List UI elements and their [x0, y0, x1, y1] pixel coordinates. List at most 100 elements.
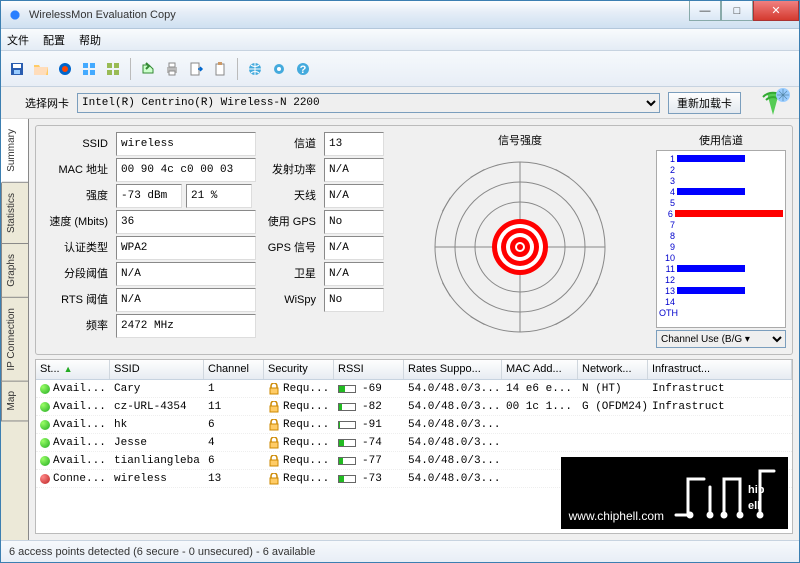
- wispy-value: No: [324, 288, 384, 312]
- rssi-bar-icon: [338, 403, 356, 411]
- channel-bar-row: 1: [659, 153, 783, 164]
- table-row[interactable]: Avail...Jesse4Requ...-7454.0/48.0/3...: [36, 434, 792, 452]
- nic-row: 选择网卡 Intel(R) Centrino(R) Wireless-N 220…: [1, 87, 799, 119]
- auth-label: 认证类型: [42, 236, 112, 260]
- channel-number: 11: [659, 264, 677, 274]
- status-dot-connected-icon: [40, 474, 50, 484]
- clipboard-icon[interactable]: [210, 59, 230, 79]
- gauge-title: 信号强度: [498, 132, 542, 148]
- channel-number: 7: [659, 220, 677, 230]
- col-ssid[interactable]: SSID: [110, 360, 204, 379]
- open-icon[interactable]: [31, 59, 51, 79]
- maximize-button[interactable]: □: [721, 1, 753, 21]
- channel-bar: [677, 287, 745, 294]
- menubar: 文件 配置 帮助: [1, 29, 799, 51]
- tx-label: 发射功率: [260, 158, 320, 182]
- channel-number: 4: [659, 187, 677, 197]
- col-rssi[interactable]: RSSI: [334, 360, 404, 379]
- import-icon[interactable]: [138, 59, 158, 79]
- channel-bar: [675, 210, 783, 217]
- col-rates[interactable]: Rates Suppo...: [404, 360, 502, 379]
- frag-value: N/A: [116, 262, 256, 286]
- col-status[interactable]: St...▲: [36, 360, 110, 379]
- ssid-value: wireless: [116, 132, 256, 156]
- watermark-url: www.chiphell.com: [569, 509, 664, 523]
- settings-icon[interactable]: [269, 59, 289, 79]
- export-icon[interactable]: [186, 59, 206, 79]
- status-dot-available-icon: [40, 456, 50, 466]
- reload-button[interactable]: 重新加载卡: [668, 92, 741, 114]
- grid1-icon[interactable]: [79, 59, 99, 79]
- channel-number: 1: [659, 154, 677, 164]
- menu-config[interactable]: 配置: [43, 32, 65, 48]
- summary-group: SSID wireless 信道 13 MAC 地址 00 90 4c c0 0…: [35, 125, 793, 355]
- col-infra[interactable]: Infrastruct...: [648, 360, 792, 379]
- close-button[interactable]: ✕: [753, 1, 799, 21]
- svg-text:hip: hip: [748, 484, 765, 496]
- channel-label: 信道: [260, 132, 320, 156]
- globe-icon[interactable]: [245, 59, 265, 79]
- rssi-bar-icon: [338, 475, 356, 483]
- tab-statistics[interactable]: Statistics: [1, 183, 28, 244]
- svg-text:?: ?: [300, 64, 307, 76]
- channels-title: 使用信道: [656, 132, 786, 148]
- channel-bar-row: 5: [659, 197, 783, 208]
- app-icon: [7, 7, 23, 23]
- col-channel[interactable]: Channel: [204, 360, 264, 379]
- channel-number: 12: [659, 275, 677, 285]
- channel-mode-select[interactable]: Channel Use (B/G ▾: [656, 330, 786, 348]
- rssi-bar-icon: [338, 421, 356, 429]
- main-pane: SSID wireless 信道 13 MAC 地址 00 90 4c c0 0…: [29, 119, 799, 540]
- ssid-label: SSID: [42, 132, 112, 156]
- save-icon[interactable]: [7, 59, 27, 79]
- channel-number: 5: [659, 198, 677, 208]
- tx-value: N/A: [324, 158, 384, 182]
- grid2-icon[interactable]: [103, 59, 123, 79]
- channel-number: OTH: [659, 308, 677, 318]
- content: Map IP Connection Graphs Statistics Summ…: [1, 119, 799, 540]
- channel-bar-row: 7: [659, 219, 783, 230]
- channel-bar-row: 2: [659, 164, 783, 175]
- sat-label: 卫星: [260, 262, 320, 286]
- status-dot-available-icon: [40, 420, 50, 430]
- rssi-bar-icon: [338, 457, 356, 465]
- channel-bar-row: 12: [659, 274, 783, 285]
- table-row[interactable]: Avail...cz-URL-435411Requ...-8254.0/48.0…: [36, 398, 792, 416]
- mac-label: MAC 地址: [42, 158, 112, 182]
- nic-select[interactable]: Intel(R) Centrino(R) Wireless-N 2200: [77, 93, 660, 113]
- channel-bar-row: 3: [659, 175, 783, 186]
- channel-bar-row: 14: [659, 296, 783, 307]
- menu-help[interactable]: 帮助: [79, 32, 101, 48]
- strength-dbm: -73 dBm: [116, 184, 182, 208]
- speed-label: 速度 (Mbits): [42, 210, 112, 234]
- table-row[interactable]: Avail...hk6Requ...-9154.0/48.0/3...: [36, 416, 792, 434]
- watermark: www.chiphell.com hip ell: [561, 457, 788, 529]
- tab-ip-connection[interactable]: IP Connection: [1, 298, 28, 382]
- print-icon[interactable]: [162, 59, 182, 79]
- channel-bar-row: 13: [659, 285, 783, 296]
- antenna-label: 天线: [260, 184, 320, 208]
- channel-number: 3: [659, 176, 677, 186]
- help-icon[interactable]: ?: [293, 59, 313, 79]
- strength-label: 强度: [42, 184, 112, 208]
- list-header: St...▲ SSID Channel Security RSSI Rates …: [36, 360, 792, 380]
- minimize-button[interactable]: —: [689, 1, 721, 21]
- tab-summary[interactable]: Summary: [1, 119, 28, 183]
- channel-bar-row: 9: [659, 241, 783, 252]
- target-icon[interactable]: [55, 59, 75, 79]
- ap-list: St...▲ SSID Channel Security RSSI Rates …: [35, 359, 793, 534]
- menu-file[interactable]: 文件: [7, 32, 29, 48]
- col-security[interactable]: Security: [264, 360, 334, 379]
- toolbar: ?: [1, 51, 799, 87]
- channel-bar-row: 6: [659, 208, 783, 219]
- freq-label: 频率: [42, 314, 112, 338]
- col-network[interactable]: Network...: [578, 360, 648, 379]
- frag-label: 分段阈值: [42, 262, 112, 286]
- tab-graphs[interactable]: Graphs: [1, 244, 28, 298]
- tab-map[interactable]: Map: [1, 381, 28, 421]
- statusbar: 6 access points detected (6 secure - 0 u…: [1, 540, 799, 562]
- col-mac[interactable]: MAC Add...: [502, 360, 578, 379]
- lock-icon: [268, 401, 280, 413]
- table-row[interactable]: Avail...Cary1Requ...-6954.0/48.0/3...14 …: [36, 380, 792, 398]
- window-title: WirelessMon Evaluation Copy: [29, 9, 689, 21]
